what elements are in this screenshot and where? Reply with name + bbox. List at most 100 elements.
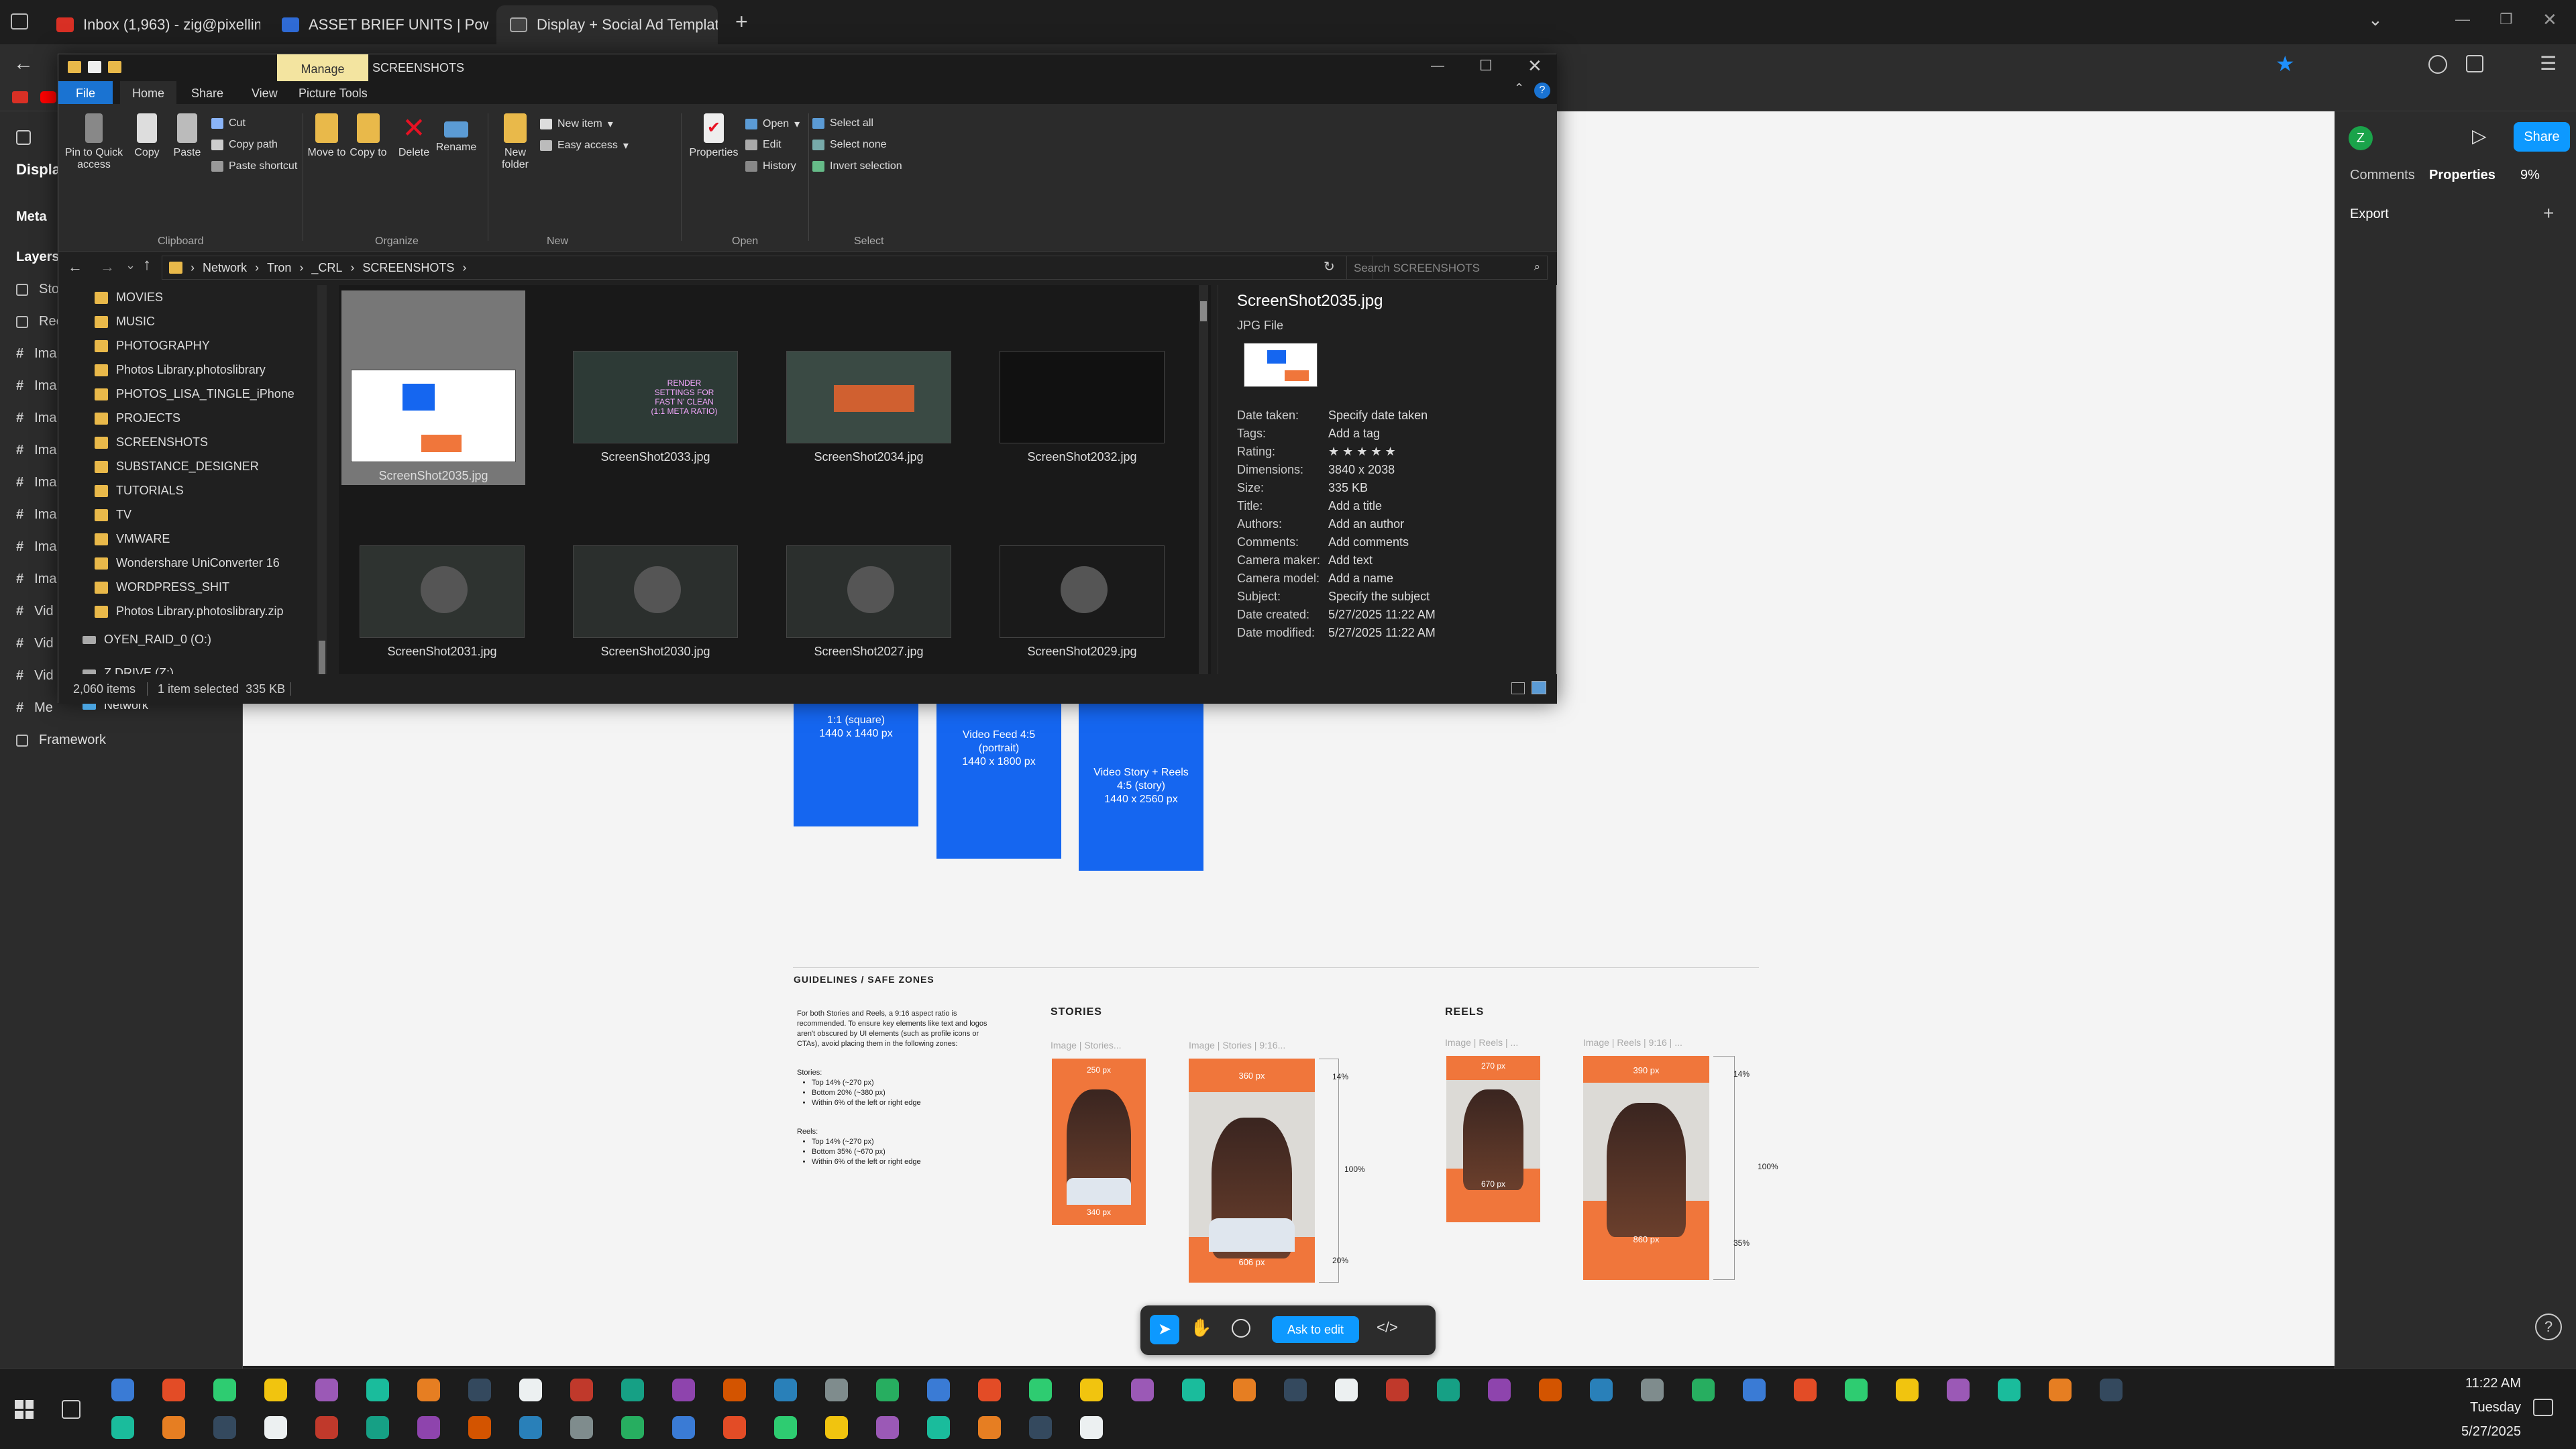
- play-icon[interactable]: ▷: [2472, 125, 2487, 147]
- file-item[interactable]: ScreenShot2034.jpg: [768, 351, 969, 464]
- profile-icon[interactable]: [2428, 55, 2447, 74]
- breadcrumb-item[interactable]: _CRL: [311, 261, 342, 275]
- youtube-bookmark-icon[interactable]: [40, 91, 56, 103]
- paste-shortcut-button[interactable]: Paste shortcut: [211, 160, 297, 172]
- help-icon[interactable]: ?: [1534, 83, 1550, 99]
- app-icon[interactable]: [1641, 1379, 1664, 1401]
- app-icon[interactable]: [672, 1379, 695, 1401]
- detail-value[interactable]: Add an author: [1328, 517, 1404, 531]
- close-window-icon[interactable]: ✕: [2542, 9, 2557, 30]
- back-icon[interactable]: ←: [13, 52, 34, 75]
- select-none-button[interactable]: Select none: [812, 139, 887, 151]
- move-tool-icon[interactable]: ➤: [1150, 1315, 1179, 1344]
- layer-item[interactable]: # Ima: [16, 378, 56, 394]
- copy-button[interactable]: Copy: [127, 113, 167, 159]
- app-icon[interactable]: [1488, 1379, 1511, 1401]
- app-icon[interactable]: [1386, 1379, 1409, 1401]
- layer-item[interactable]: # Ima: [16, 443, 56, 458]
- detail-value[interactable]: Add text: [1328, 553, 1373, 568]
- app-icon[interactable]: [264, 1379, 287, 1401]
- app-icon[interactable]: [570, 1416, 593, 1439]
- story-frame-large[interactable]: 360 px 606 px: [1189, 1059, 1315, 1283]
- layer-item[interactable]: # Ima: [16, 572, 56, 587]
- app-icon[interactable]: [825, 1416, 848, 1439]
- ribbon-tab-file[interactable]: File: [58, 81, 113, 106]
- minimize-icon[interactable]: —: [2455, 11, 2470, 28]
- folder-item[interactable]: PROJECTS: [95, 411, 180, 425]
- ribbon-tab-view[interactable]: View: [239, 81, 290, 106]
- detail-value[interactable]: Add comments: [1328, 535, 1409, 549]
- app-icon[interactable]: [366, 1379, 389, 1401]
- tab-comments[interactable]: Comments: [2350, 168, 2415, 183]
- app-icon[interactable]: [366, 1416, 389, 1439]
- breadcrumb-item[interactable]: Network: [203, 261, 247, 275]
- folder-item[interactable]: MUSIC: [95, 315, 155, 329]
- app-icon[interactable]: [621, 1379, 644, 1401]
- drive-item[interactable]: OYEN_RAID_0 (O:): [83, 633, 211, 647]
- app-icon[interactable]: [162, 1379, 185, 1401]
- properties-button[interactable]: ✔ Properties: [685, 113, 743, 159]
- detail-value[interactable]: 5/27/2025 11:22 AM: [1328, 608, 1436, 622]
- main-menu-icon[interactable]: [16, 130, 31, 145]
- tab-gmail[interactable]: Inbox (1,963) - zig@pixellimeter... ✕: [43, 5, 260, 44]
- app-icon[interactable]: [162, 1416, 185, 1439]
- folder-item[interactable]: Photos Library.photoslibrary.zip: [95, 604, 283, 619]
- app-icon[interactable]: [1080, 1416, 1103, 1439]
- frame-label[interactable]: Image | Stories | 9:16...: [1189, 1040, 1285, 1051]
- reels-frame-large[interactable]: 390 px 860 px: [1583, 1056, 1709, 1280]
- ask-to-edit-button[interactable]: Ask to edit: [1272, 1316, 1359, 1343]
- detail-value[interactable]: Add a name: [1328, 572, 1393, 586]
- history-button[interactable]: History: [745, 160, 796, 172]
- layer-item[interactable]: # Ima: [16, 475, 56, 490]
- breadcrumb-item[interactable]: SCREENSHOTS: [362, 261, 454, 275]
- scroll-thumb[interactable]: [1200, 301, 1207, 321]
- menu-icon[interactable]: ☰: [2540, 52, 2557, 74]
- detail-value[interactable]: ★ ★ ★ ★ ★: [1328, 445, 1396, 459]
- folder-item[interactable]: Wondershare UniConverter 16: [95, 556, 280, 570]
- app-icon[interactable]: [519, 1379, 542, 1401]
- app-icon[interactable]: [978, 1416, 1001, 1439]
- folder-item[interactable]: WORDPRESS_SHIT: [95, 580, 229, 594]
- folder-item[interactable]: VMWARE: [95, 532, 170, 546]
- app-icon[interactable]: [111, 1379, 134, 1401]
- quick-access-toolbar[interactable]: [68, 61, 148, 78]
- app-icon[interactable]: [2049, 1379, 2072, 1401]
- app-icon[interactable]: [1845, 1379, 1868, 1401]
- detail-value[interactable]: 335 KB: [1328, 481, 1368, 495]
- layer-item[interactable]: Sto: [16, 282, 59, 297]
- rename-button[interactable]: Rename: [434, 113, 478, 154]
- minimize-icon[interactable]: —: [1431, 58, 1444, 74]
- large-icons-view-icon[interactable]: [1532, 681, 1546, 694]
- chevron-down-icon[interactable]: ⌄: [2368, 9, 2383, 30]
- detail-value[interactable]: Add a tag: [1328, 427, 1380, 441]
- folder-item[interactable]: TV: [95, 508, 131, 522]
- copy-to-button[interactable]: Copy to: [348, 113, 388, 159]
- app-icon[interactable]: [1692, 1379, 1715, 1401]
- layer-item[interactable]: # Vid: [16, 636, 54, 651]
- app-icon[interactable]: [468, 1416, 491, 1439]
- layer-item[interactable]: # Vid: [16, 604, 54, 619]
- app-icon[interactable]: [1998, 1379, 2021, 1401]
- format-story[interactable]: Video Story + Reels 4:5 (story) 1440 x 2…: [1079, 702, 1203, 871]
- folder-item[interactable]: PHOTOS_LISA_TINGLE_iPhone: [95, 387, 294, 401]
- app-icon[interactable]: [978, 1379, 1001, 1401]
- address-bar[interactable]: › Network › Tron › _CRL › SCREENSHOTS ›: [162, 256, 1373, 280]
- ribbon-tab-home[interactable]: Home: [120, 81, 177, 106]
- notification-icon[interactable]: [2533, 1399, 2553, 1416]
- open-button[interactable]: Open ▾: [745, 117, 800, 131]
- up-icon[interactable]: ↑: [143, 256, 151, 274]
- new-folder-button[interactable]: New folder: [493, 113, 537, 171]
- delete-button[interactable]: ✕ Delete: [394, 113, 434, 159]
- file-item[interactable]: ScreenShot2035.jpg: [341, 290, 525, 485]
- clock-date[interactable]: 5/27/2025: [2454, 1424, 2521, 1440]
- app-icon[interactable]: [1131, 1379, 1154, 1401]
- folder-item[interactable]: TUTORIALS: [95, 484, 184, 498]
- frame-label[interactable]: Image | Stories...: [1051, 1040, 1122, 1051]
- paste-button[interactable]: Paste: [167, 113, 207, 159]
- app-icon[interactable]: [927, 1379, 950, 1401]
- nav-scrollbar[interactable]: [317, 285, 327, 698]
- ribbon-collapse-icon[interactable]: ⌃: [1514, 81, 1524, 95]
- start-icon[interactable]: [15, 1400, 34, 1419]
- details-view-icon[interactable]: [1511, 682, 1525, 694]
- app-icon[interactable]: [1947, 1379, 1970, 1401]
